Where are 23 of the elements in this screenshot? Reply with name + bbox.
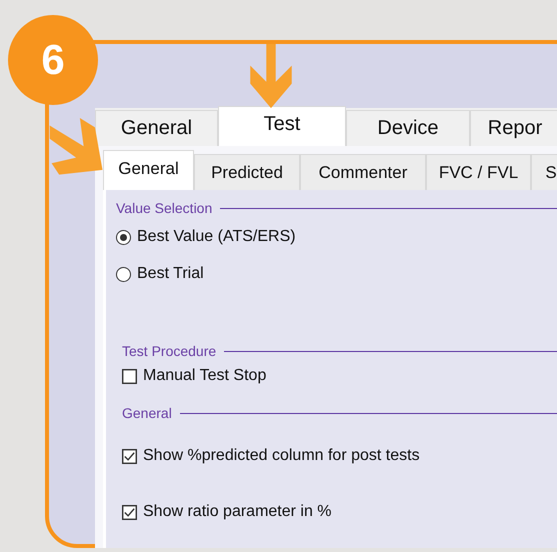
tab[interactable]: General: [95, 110, 218, 146]
section-heading: Value Selection: [116, 200, 212, 216]
checkbox[interactable]: [122, 448, 137, 464]
section-heading: General: [122, 405, 172, 421]
checkbox[interactable]: [122, 504, 137, 520]
tab[interactable]: Test: [218, 106, 346, 146]
tab[interactable]: Device: [346, 110, 470, 146]
option-label: Show %predicted column for post tests: [143, 447, 420, 465]
subtab[interactable]: General: [103, 150, 194, 190]
subtab[interactable]: Commenter: [300, 154, 426, 190]
subtab[interactable]: Predicted: [194, 154, 300, 190]
checkbox[interactable]: [122, 368, 137, 384]
subtab[interactable]: S: [531, 154, 557, 190]
option-label: Best Trial: [137, 265, 204, 283]
section-heading: Test Procedure: [122, 343, 216, 359]
option-label: Manual Test Stop: [143, 367, 266, 385]
option-label: Show ratio parameter in %: [143, 503, 332, 521]
option-label: Best Value (ATS/ERS): [137, 228, 296, 246]
radio-button[interactable]: [116, 266, 131, 282]
tab[interactable]: Repor: [470, 110, 557, 146]
subtab[interactable]: FVC / FVL: [426, 154, 531, 190]
step-badge: 6: [8, 15, 98, 105]
radio-button[interactable]: [116, 230, 131, 244]
